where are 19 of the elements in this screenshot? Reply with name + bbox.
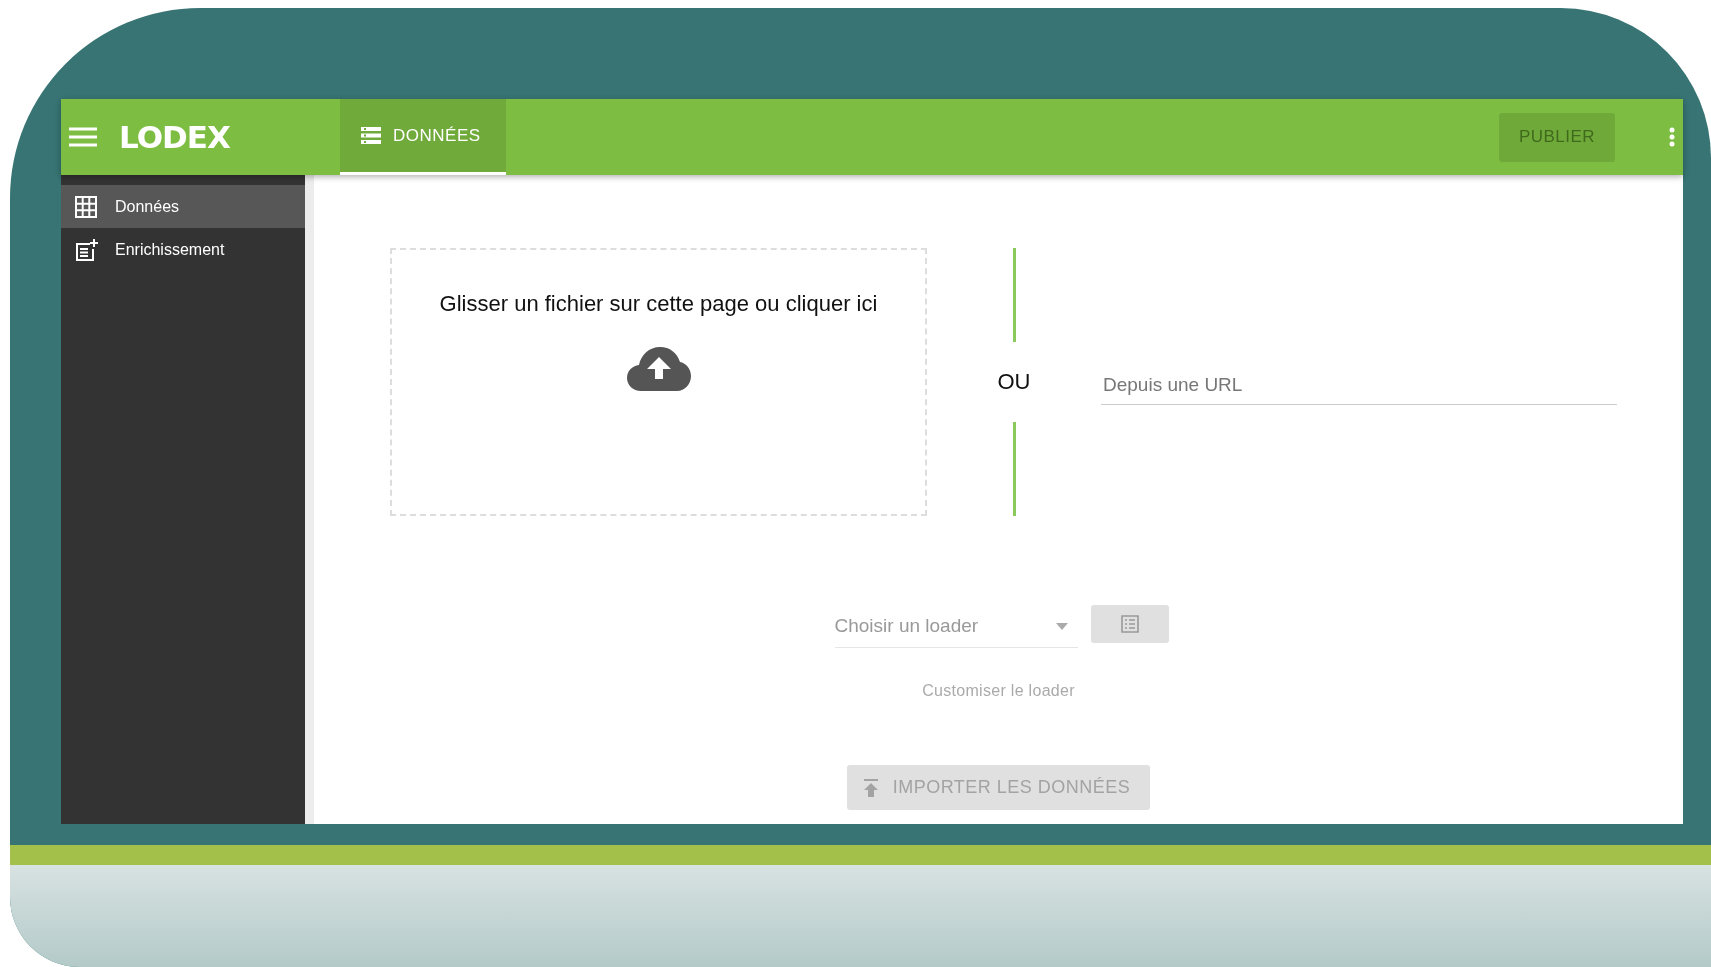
more-options-icon[interactable]: [1669, 127, 1675, 147]
sidebar-item[interactable]: Enrichissement: [61, 228, 305, 271]
or-separator: OU: [997, 368, 1031, 396]
list-icon: [361, 127, 381, 144]
file-dropzone[interactable]: Glisser un fichier sur cette page ou cliquer ici: [390, 248, 927, 516]
nav-tab[interactable]: DONNÉES: [340, 99, 506, 175]
grid-icon: [74, 194, 98, 219]
caret-icon: [1055, 622, 1068, 630]
customize-loader-link[interactable]: Customiser le loader: [922, 682, 1075, 700]
app-logo: LODEX: [119, 119, 231, 155]
dropzone-text: Glisser un fichier sur cette page ou cliquer ici: [439, 290, 878, 318]
loader-select[interactable]: Choisir un loader: [834, 605, 1078, 648]
list-icon: [1120, 615, 1139, 633]
upload-icon: [862, 778, 879, 797]
sidebar-item[interactable]: Données: [61, 185, 305, 228]
list-button[interactable]: [1090, 605, 1169, 643]
menu-icon[interactable]: [69, 126, 97, 148]
note-add-icon: [74, 237, 98, 262]
cloud-upload-icon: [626, 347, 691, 391]
